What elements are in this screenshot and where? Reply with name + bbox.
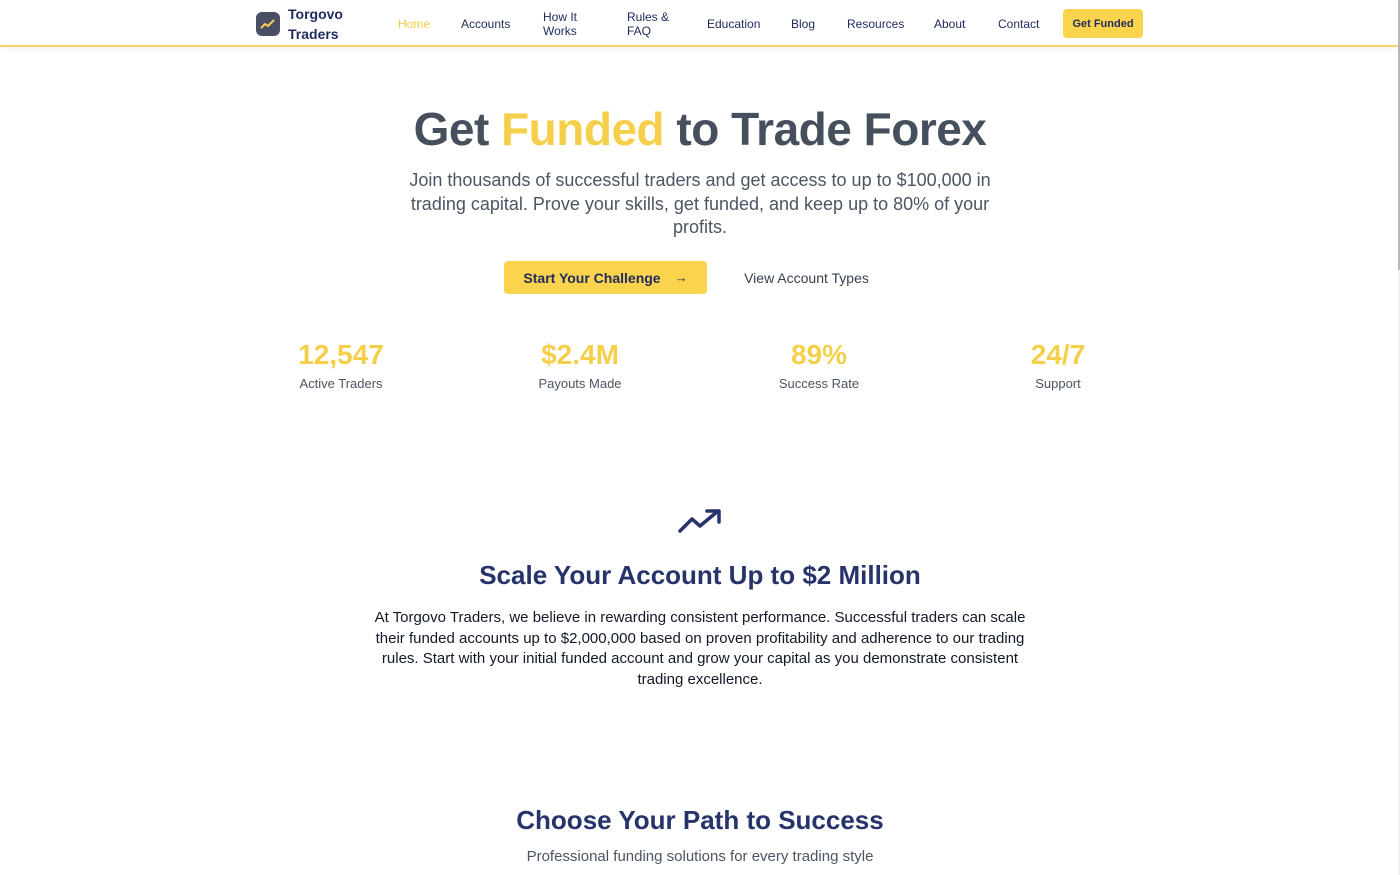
- nav-accounts[interactable]: Accounts: [461, 17, 510, 31]
- brand-logo[interactable]: Torgovo Traders: [256, 4, 358, 44]
- hero-title-part1: Get: [413, 103, 502, 155]
- stat-payouts-made: $2.4M Payouts Made: [480, 338, 680, 391]
- nav-how-it-works[interactable]: How It Works: [543, 10, 593, 38]
- stat-label: Success Rate: [778, 376, 860, 391]
- stat-value: 89%: [790, 339, 848, 370]
- view-account-types-button[interactable]: View Account Types: [730, 261, 883, 294]
- start-challenge-label: Start Your Challenge: [523, 269, 661, 286]
- scale-section-title: Scale Your Account Up to $2 Million: [479, 560, 921, 590]
- nav-home[interactable]: Home: [398, 17, 430, 31]
- get-funded-button[interactable]: Get Funded: [1063, 9, 1143, 38]
- stat-label: Active Traders: [299, 376, 383, 391]
- nav-rules-faq[interactable]: Rules & FAQ: [627, 10, 675, 38]
- chart-logo-icon: [256, 12, 280, 36]
- stat-value: 12,547: [298, 339, 384, 370]
- brand-name: Torgovo Traders: [288, 4, 358, 44]
- scale-section-body: At Torgovo Traders, we believe in reward…: [374, 609, 1026, 688]
- brand-name-line2: Traders: [288, 26, 339, 42]
- stat-active-traders: 12,547 Active Traders: [241, 338, 441, 391]
- path-section-title: Choose Your Path to Success: [516, 805, 884, 835]
- stat-label: Support: [1035, 376, 1081, 391]
- site-header: Torgovo Traders Home Accounts How It Wor…: [0, 0, 1398, 47]
- path-section-subtitle: Professional funding solutions for every…: [526, 848, 874, 865]
- stat-support: 24/7 Support: [958, 338, 1158, 391]
- stat-label: Payouts Made: [538, 376, 622, 391]
- brand-name-line1: Torgovo: [288, 6, 343, 22]
- nav-contact[interactable]: Contact: [998, 17, 1039, 31]
- arrow-right-icon: →: [674, 270, 688, 285]
- trending-up-icon: [678, 509, 721, 533]
- nav-about[interactable]: About: [934, 17, 965, 31]
- stat-success-rate: 89% Success Rate: [719, 338, 919, 391]
- hero-title: Get Funded to Trade Forex: [0, 102, 1400, 156]
- stat-value: 24/7: [1030, 339, 1086, 370]
- nav-blog[interactable]: Blog: [791, 17, 815, 31]
- hero-title-part2: to Trade Forex: [664, 103, 987, 155]
- nav-resources[interactable]: Resources: [847, 17, 904, 31]
- start-challenge-button[interactable]: Start Your Challenge →: [504, 261, 707, 294]
- hero-title-accent: Funded: [501, 103, 665, 155]
- stat-value: $2.4M: [541, 339, 619, 370]
- nav-education[interactable]: Education: [707, 17, 760, 31]
- hero-subtitle: Join thousands of successful traders and…: [409, 170, 991, 237]
